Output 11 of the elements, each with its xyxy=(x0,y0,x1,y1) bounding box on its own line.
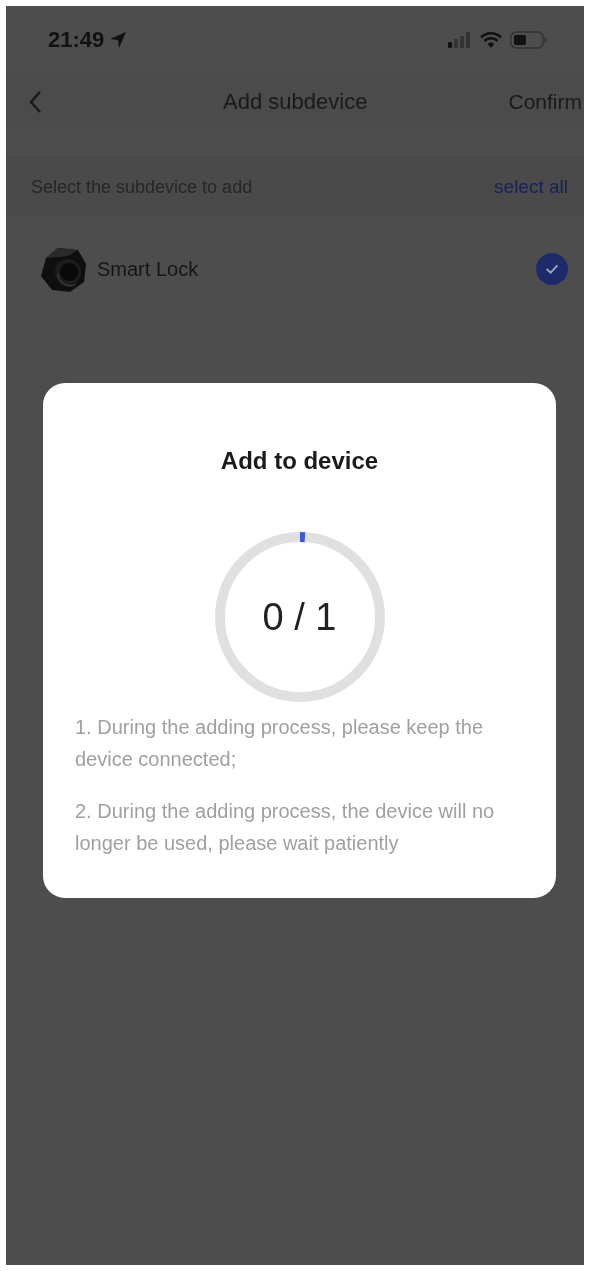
instruction-text: 2. During the adding process, the device will no longer be used, please wait patiently xyxy=(75,799,496,856)
device-checkbox[interactable] xyxy=(536,253,568,285)
location-arrow-icon xyxy=(108,30,129,50)
battery-icon xyxy=(510,31,548,49)
instruction-text: 1. During the adding process, please keep the device connected; xyxy=(75,715,485,772)
wifi-icon xyxy=(479,31,503,49)
signal-icon xyxy=(448,32,472,48)
device-name: Smart Lock xyxy=(97,257,200,281)
status-time: 21:49 xyxy=(48,27,105,53)
dialog-title: Add to device xyxy=(220,447,379,475)
progress-count: 0 / 1 xyxy=(262,595,337,639)
